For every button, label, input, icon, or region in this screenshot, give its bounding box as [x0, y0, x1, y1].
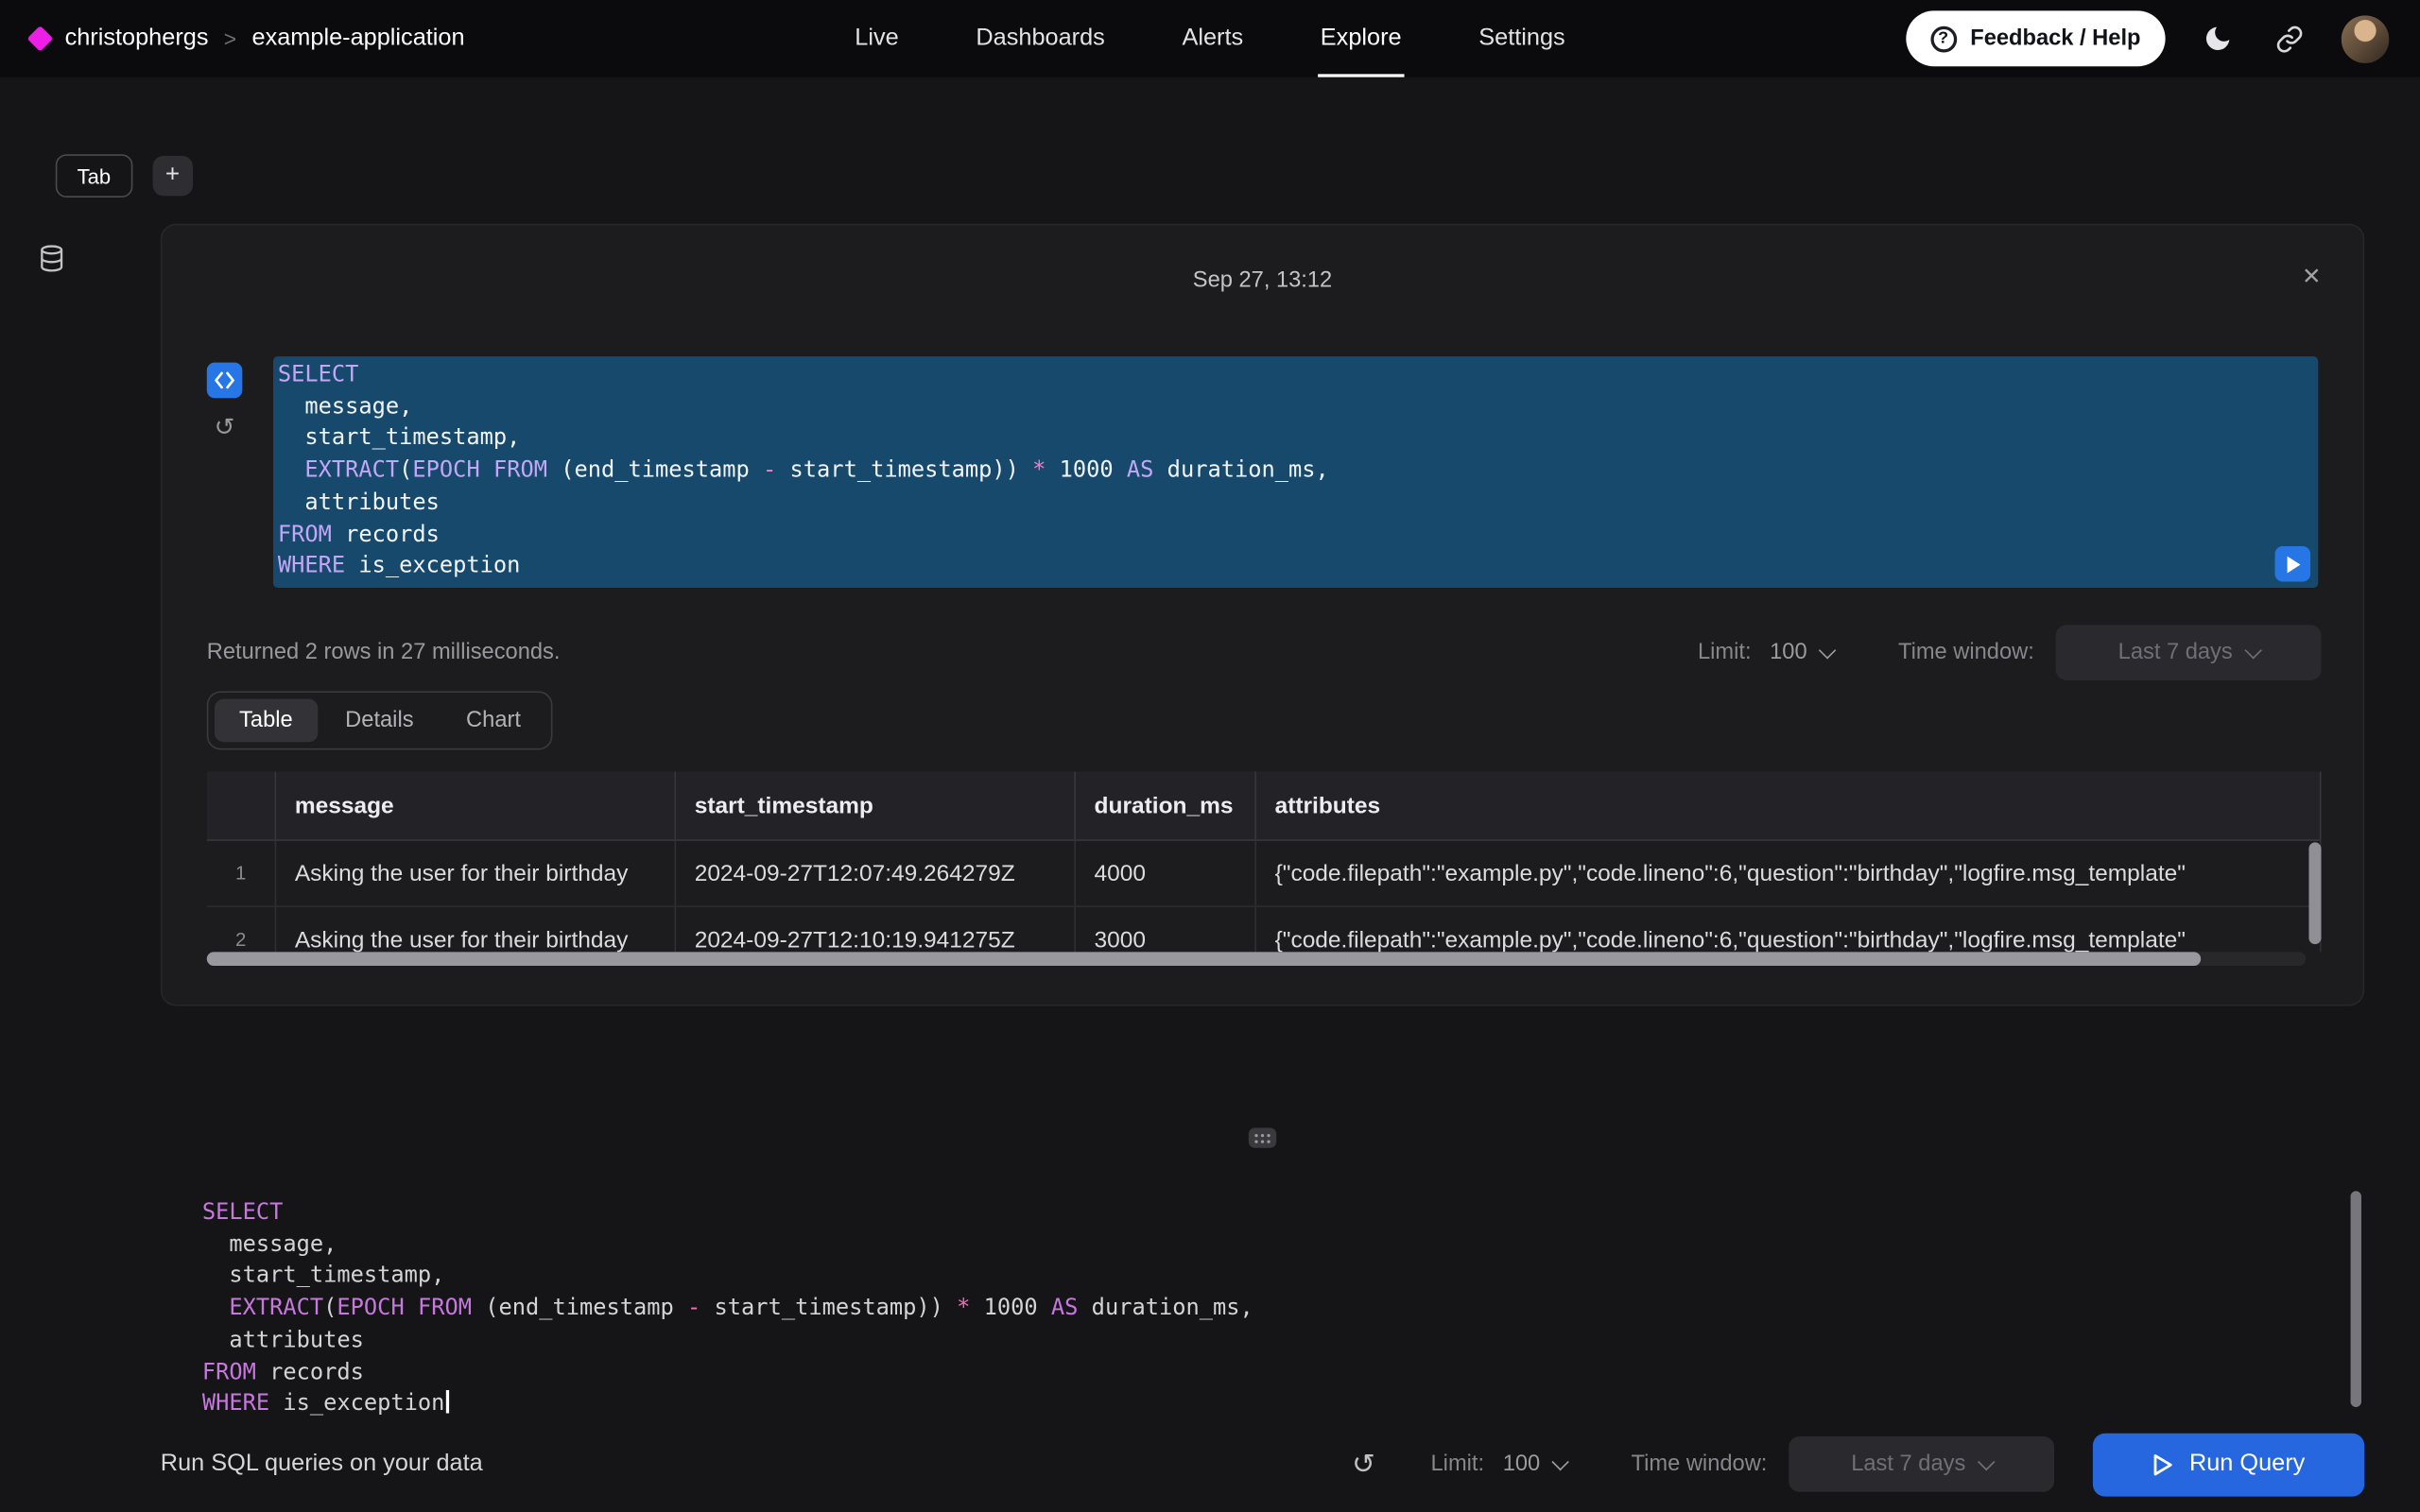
- help-icon: ?: [1930, 26, 1957, 52]
- breadcrumb: christophergs > example-application: [31, 25, 465, 52]
- footer-time-window-label: Time window:: [1632, 1452, 1768, 1476]
- close-icon[interactable]: ✕: [2302, 263, 2322, 290]
- row-index: 2: [207, 907, 276, 952]
- editor-hint: Run SQL queries on your data: [161, 1451, 483, 1478]
- share-link-icon[interactable]: [2271, 20, 2308, 57]
- table-row[interactable]: 1Asking the user for their birthday2024-…: [207, 841, 2322, 907]
- query-tab-bar: Tab +: [56, 154, 193, 198]
- footer-time-window-value: Last 7 days: [1851, 1452, 1965, 1476]
- database-icon[interactable]: [37, 253, 66, 280]
- time-window-value: Last 7 days: [2118, 641, 2233, 665]
- time-window-select[interactable]: Last 7 days: [2056, 625, 2322, 680]
- horizontal-scroll-thumb[interactable]: [207, 952, 2201, 966]
- result-meta-row: Returned 2 rows in 27 milliseconds. Limi…: [207, 625, 2322, 680]
- footer-controls: ↺ Limit: 100 Time window: Last 7 days Ru…: [1352, 1433, 2364, 1496]
- run-selected-query-button[interactable]: [2275, 546, 2311, 582]
- cell-attributes: {"code.filepath":"example.py","code.line…: [1256, 841, 2322, 906]
- col-header-start_timestamp: start_timestamp: [676, 771, 1076, 839]
- breadcrumb-separator-icon: >: [224, 26, 236, 51]
- nav-dashboards[interactable]: Dashboards: [973, 0, 1108, 77]
- view-tab-chart[interactable]: Chart: [441, 699, 545, 743]
- results-table-viewport: messagestart_timestampduration_msattribu…: [207, 771, 2322, 952]
- nav-live[interactable]: Live: [852, 0, 902, 77]
- query-tab[interactable]: Tab: [56, 154, 132, 198]
- col-header-index: [207, 771, 276, 839]
- table-body: 1Asking the user for their birthday2024-…: [207, 841, 2322, 953]
- nav-settings[interactable]: Settings: [1476, 0, 1568, 77]
- feedback-help-label: Feedback / Help: [1970, 26, 2140, 51]
- breadcrumb-org[interactable]: christophergs: [65, 25, 209, 52]
- navbar-right: ? Feedback / Help: [1906, 10, 2390, 66]
- col-header-duration_ms: duration_ms: [1076, 771, 1256, 839]
- vertical-scroll-thumb[interactable]: [2308, 842, 2321, 944]
- executed-query-code[interactable]: SELECT message, start_timestamp, EXTRACT…: [273, 356, 2318, 588]
- result-summary: Returned 2 rows in 27 milliseconds.: [207, 641, 561, 665]
- schema-sidebar: [37, 244, 66, 281]
- footer-limit-label: Limit:: [1431, 1452, 1485, 1476]
- chevron-down-icon: [1819, 642, 1836, 659]
- cell-message: Asking the user for their birthday: [276, 841, 676, 906]
- chevron-down-icon: [1551, 1453, 1568, 1470]
- result-timestamp: Sep 27, 13:12: [162, 268, 2362, 293]
- chevron-down-icon: [2244, 642, 2261, 659]
- cell-start_timestamp: 2024-09-27T12:07:49.264279Z: [676, 841, 1076, 906]
- footer-limit-value: 100: [1503, 1452, 1541, 1476]
- col-header-attributes: attributes: [1256, 771, 2322, 839]
- top-navbar: christophergs > example-application Live…: [0, 0, 2420, 77]
- table-horizontal-scrollbar[interactable]: [207, 952, 2306, 966]
- footer-limit-select[interactable]: 100: [1503, 1452, 1566, 1476]
- logfire-explore-page: christophergs > example-application Live…: [0, 0, 2420, 1512]
- logfire-logo-icon[interactable]: [27, 26, 54, 52]
- row-index: 1: [207, 841, 276, 906]
- footer-bar: Run SQL queries on your data ↺ Limit: 10…: [0, 1417, 2420, 1512]
- nav-explore[interactable]: Explore: [1318, 0, 1405, 77]
- user-avatar[interactable]: [2342, 15, 2390, 63]
- feedback-help-button[interactable]: ? Feedback / Help: [1906, 10, 2166, 66]
- panel-resize-handle[interactable]: [1249, 1127, 1276, 1147]
- breadcrumb-project[interactable]: example-application: [252, 25, 465, 52]
- sql-mode-button[interactable]: [207, 363, 243, 399]
- view-tab-details[interactable]: Details: [320, 699, 439, 743]
- view-tab-table[interactable]: Table: [215, 699, 318, 743]
- table-row[interactable]: 2Asking the user for their birthday2024-…: [207, 907, 2322, 952]
- text-cursor: [446, 1390, 449, 1413]
- col-header-message: message: [276, 771, 676, 839]
- sql-editor[interactable]: SELECT message, start_timestamp, EXTRACT…: [161, 1188, 2364, 1417]
- result-controls: Limit: 100 Time window: Last 7 days: [1698, 625, 2322, 680]
- history-icon[interactable]: ↺: [1352, 1448, 1375, 1480]
- cell-attributes: {"code.filepath":"example.py","code.line…: [1256, 907, 2322, 952]
- query-gutter: ↺: [207, 356, 273, 588]
- theme-toggle-moon-icon[interactable]: [2200, 20, 2237, 57]
- selected-query-code: SELECT message, start_timestamp, EXTRACT…: [278, 359, 2318, 583]
- view-tabs: TableDetailsChart: [207, 691, 553, 749]
- run-query-label: Run Query: [2189, 1451, 2305, 1478]
- add-tab-button[interactable]: +: [152, 156, 192, 196]
- footer-time-window-select[interactable]: Last 7 days: [1789, 1436, 2054, 1492]
- limit-select[interactable]: 100: [1770, 641, 1833, 665]
- results-table: messagestart_timestampduration_msattribu…: [207, 771, 2322, 966]
- query-history-icon[interactable]: ↺: [207, 412, 243, 443]
- editor-code[interactable]: SELECT message, start_timestamp, EXTRACT…: [161, 1188, 2364, 1420]
- time-window-label: Time window:: [1898, 641, 2034, 665]
- main-nav: Live Dashboards Alerts Explore Settings: [852, 0, 1568, 77]
- run-query-button[interactable]: Run Query: [2093, 1433, 2364, 1496]
- play-icon: [2152, 1452, 2172, 1475]
- query-result-card: Sep 27, 13:12 ✕ ↺ SELECT message, start_…: [161, 224, 2364, 1006]
- table-vertical-scrollbar[interactable]: [2308, 771, 2321, 952]
- cell-start_timestamp: 2024-09-27T12:10:19.941275Z: [676, 907, 1076, 952]
- cell-duration_ms: 4000: [1076, 841, 1256, 906]
- table-header-row: messagestart_timestampduration_msattribu…: [207, 771, 2322, 840]
- cell-message: Asking the user for their birthday: [276, 907, 676, 952]
- cell-duration_ms: 3000: [1076, 907, 1256, 952]
- limit-value: 100: [1770, 641, 1807, 665]
- editor-scrollbar[interactable]: [2351, 1191, 2361, 1407]
- limit-label: Limit:: [1698, 641, 1752, 665]
- nav-alerts[interactable]: Alerts: [1179, 0, 1246, 77]
- executed-query-block: ↺ SELECT message, start_timestamp, EXTRA…: [207, 356, 2318, 588]
- chevron-down-icon: [1977, 1453, 1994, 1470]
